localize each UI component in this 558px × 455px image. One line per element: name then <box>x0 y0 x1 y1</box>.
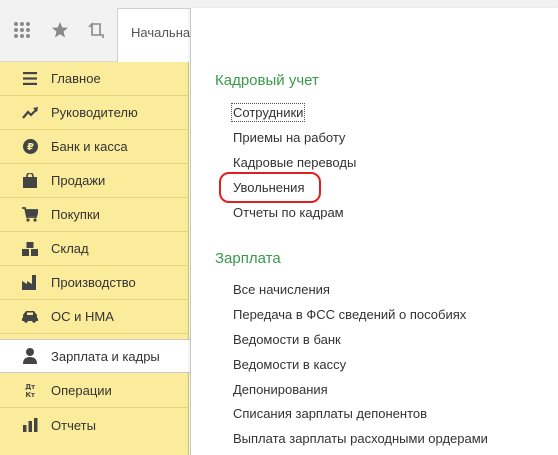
sidebar: Главное Руководителю ₽ Банк и касса Прод… <box>0 62 190 455</box>
link-cash-order-payments[interactable]: Выплата зарплаты расходными ордерами <box>233 431 488 446</box>
sidebar-item-label: Продажи <box>51 173 106 188</box>
sidebar-item-label: Покупки <box>51 207 100 222</box>
sidebar-item-label: Зарплата и кадры <box>51 348 160 364</box>
reports-chart-icon <box>22 417 38 433</box>
sidebar-item-bank-cash[interactable]: ₽ Банк и касса <box>0 130 189 164</box>
history-icon[interactable] <box>84 18 108 42</box>
sidebar-item-label: Банк и касса <box>51 139 128 154</box>
link-hr-reports[interactable]: Отчеты по кадрам <box>233 205 344 220</box>
sidebar-item-label: Производство <box>51 275 136 290</box>
assets-car-icon <box>22 309 38 325</box>
sidebar-item-fixed-assets[interactable]: ОС и НМА <box>0 300 189 334</box>
sidebar-item-purchases[interactable]: Покупки <box>0 198 189 232</box>
link-all-accruals[interactable]: Все начисления <box>233 282 330 297</box>
apps-grid-icon[interactable] <box>10 18 34 42</box>
sidebar-item-label: Склад <box>51 241 89 256</box>
sidebar-item-main[interactable]: Главное <box>0 62 189 96</box>
shopping-bag-icon <box>22 173 38 189</box>
section-title-salary: Зарплата <box>215 250 281 267</box>
link-employees[interactable]: Сотрудники <box>230 103 306 122</box>
section-title-hr: Кадровый учет <box>215 72 319 89</box>
sidebar-item-label: Руководителю <box>51 105 138 120</box>
sidebar-item-label: Отчеты <box>51 417 96 433</box>
factory-icon <box>22 275 38 291</box>
sidebar-item-salary-hr[interactable]: Зарплата и кадры <box>0 339 190 373</box>
link-deposits[interactable]: Депонирования <box>233 382 328 397</box>
sidebar-item-production[interactable]: Производство <box>0 266 189 300</box>
link-transfers[interactable]: Кадровые переводы <box>233 155 356 170</box>
link-bank-statements[interactable]: Ведомости в банк <box>233 332 341 347</box>
sidebar-item-label: ОС и НМА <box>51 309 114 324</box>
link-hirings[interactable]: Приемы на работу <box>233 130 345 145</box>
link-deposit-writeoffs[interactable]: Списания зарплаты депонентов <box>233 406 427 421</box>
link-cash-statements[interactable]: Ведомости в кассу <box>233 357 346 372</box>
sidebar-item-label: Главное <box>51 71 101 86</box>
debit-credit-icon: Дт Кт <box>22 383 38 399</box>
sidebar-item-reports[interactable]: Отчеты <box>0 408 189 442</box>
warehouse-boxes-icon <box>22 241 38 257</box>
sidebar-item-sales[interactable]: Продажи <box>0 164 189 198</box>
sidebar-item-warehouse[interactable]: Склад <box>0 232 189 266</box>
sidebar-item-manager[interactable]: Руководителю <box>0 96 189 130</box>
ruble-coin-icon: ₽ <box>22 139 38 155</box>
shopping-cart-icon <box>22 207 38 223</box>
trend-chart-icon <box>22 105 38 121</box>
link-fss-transfer[interactable]: Передача в ФСС сведений о пособиях <box>233 307 466 322</box>
person-icon <box>22 348 38 364</box>
sidebar-item-operations[interactable]: Дт Кт Операции <box>0 374 189 408</box>
svg-text:₽: ₽ <box>27 142 34 153</box>
section-panel: Кадровый учет Сотрудники Приемы на работ… <box>190 8 558 455</box>
dismissals-highlight-ring <box>219 172 321 203</box>
debit-label: Дт Кт <box>25 382 35 399</box>
menu-lines-icon <box>22 71 38 87</box>
sidebar-item-label: Операции <box>51 383 112 398</box>
favorites-star-icon[interactable] <box>48 18 72 42</box>
